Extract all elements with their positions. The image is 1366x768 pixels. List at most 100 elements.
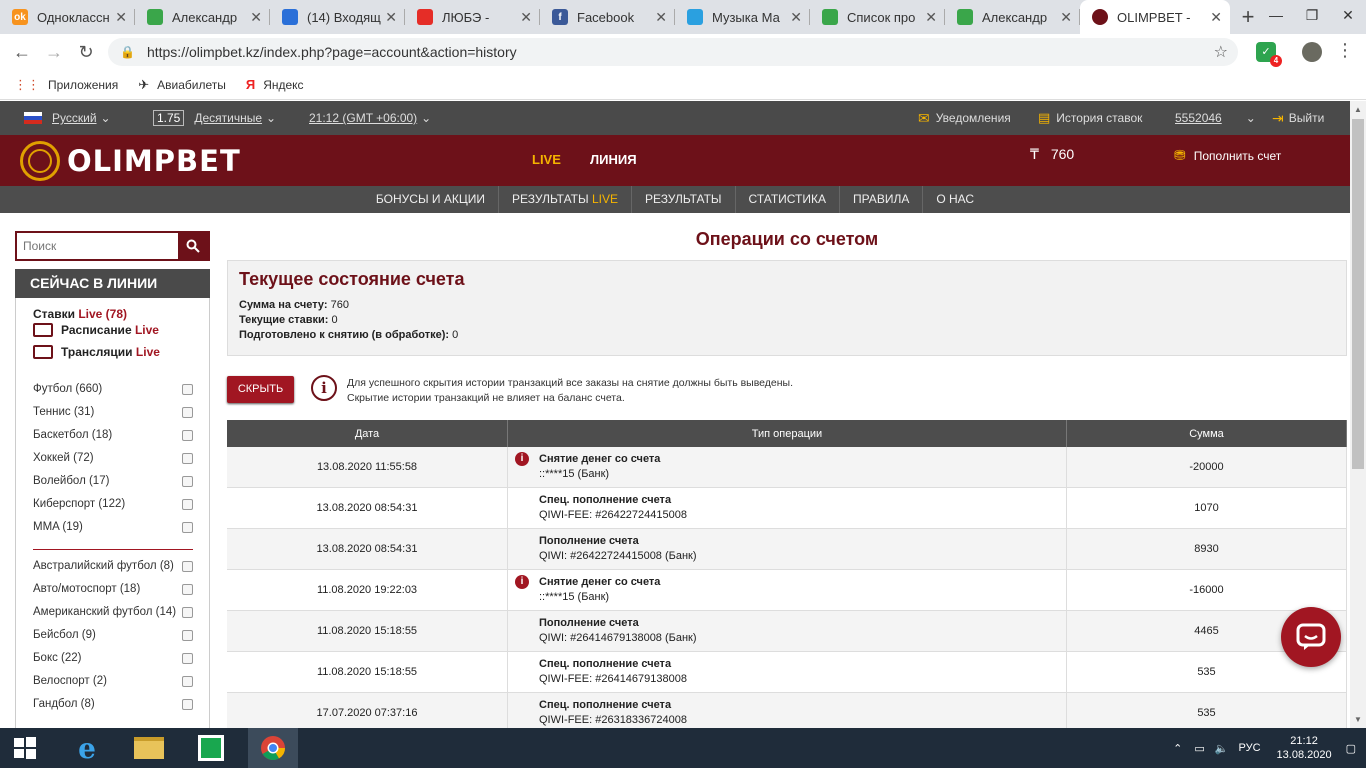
sport-checkbox[interactable]	[182, 606, 193, 618]
sidebar-link-1[interactable]: Расписание Live	[33, 323, 159, 337]
nav-live[interactable]: LIVE	[532, 152, 561, 167]
tab-close-icon[interactable]: ✕	[925, 9, 937, 26]
tab-close-icon[interactable]: ✕	[520, 9, 532, 26]
submenu-item-0[interactable]: БОНУСЫ И АКЦИИ	[363, 186, 499, 213]
windows-start-button[interactable]	[0, 728, 50, 768]
network-icon[interactable]: ▭	[1194, 742, 1204, 755]
reload-icon[interactable]: ↻	[70, 42, 102, 63]
notification-center-icon[interactable]: ▢	[1346, 742, 1356, 755]
sport-checkbox[interactable]	[182, 521, 193, 533]
chat-button[interactable]	[1281, 607, 1341, 667]
browser-tab-6[interactable]: Список про ✕	[810, 0, 945, 34]
sport-checkbox[interactable]	[182, 429, 193, 441]
submenu-item-2[interactable]: РЕЗУЛЬТАТЫ	[632, 186, 736, 213]
bookmark-apps[interactable]: ⋮⋮ Приложения	[14, 77, 118, 93]
sport-checkbox[interactable]	[182, 383, 193, 395]
sport-checkbox[interactable]	[182, 583, 193, 595]
sport-item[interactable]: Баскетбол (18)	[33, 429, 193, 441]
taskbar-ie[interactable]: e	[62, 728, 112, 768]
sport-checkbox[interactable]	[182, 652, 193, 664]
back-icon[interactable]: ←	[6, 42, 38, 63]
scroll-down-icon[interactable]: ▼	[1354, 715, 1362, 724]
submenu-item-3[interactable]: СТАТИСТИКА	[736, 186, 840, 213]
sport-checkbox[interactable]	[182, 452, 193, 464]
page-scrollbar[interactable]: ▲ ▼	[1350, 101, 1366, 728]
notifications-link[interactable]: ✉ Уведомления	[918, 101, 1011, 135]
tray-up-icon[interactable]: ⌃	[1173, 742, 1182, 755]
deposit-button[interactable]: ⛃ Пополнить счет	[1174, 147, 1281, 164]
nav-line[interactable]: ЛИНИЯ	[590, 152, 637, 167]
browser-tab-3[interactable]: ЛЮБЭ - ✕	[405, 0, 540, 34]
sport-checkbox[interactable]	[182, 475, 193, 487]
sport-item[interactable]: Волейбол (17)	[33, 475, 193, 487]
sport-checkbox[interactable]	[182, 698, 193, 710]
bookmark-yandex[interactable]: Я Яндекс	[246, 77, 304, 92]
search-input[interactable]	[17, 233, 178, 259]
sport-item[interactable]: Бейсбол (9)	[33, 629, 193, 641]
submenu-item-5[interactable]: О НАС	[923, 186, 987, 213]
sidebar-link-2[interactable]: Трансляции Live	[33, 345, 160, 359]
speaker-icon[interactable]: 🔈	[1215, 742, 1229, 755]
sport-checkbox[interactable]	[182, 629, 193, 641]
tab-close-icon[interactable]: ✕	[1060, 9, 1072, 26]
taskbar-chrome[interactable]	[248, 728, 298, 768]
withdraw-info-icon[interactable]: i	[515, 575, 529, 589]
extension-icon[interactable]: ✓ 4	[1256, 42, 1282, 67]
close-window-icon[interactable]: ✕	[1330, 0, 1366, 30]
browser-tab-1[interactable]: Александр ✕	[135, 0, 270, 34]
hide-history-button[interactable]: СКРЫТЬ	[227, 376, 294, 403]
sport-item[interactable]: Американский футбол (14)	[33, 606, 193, 618]
sport-checkbox[interactable]	[182, 560, 193, 572]
sport-checkbox[interactable]	[182, 675, 193, 687]
minimize-icon[interactable]: —	[1258, 0, 1294, 30]
language-selector[interactable]: Русский ⌄	[24, 101, 111, 135]
tab-close-icon[interactable]: ✕	[1210, 9, 1222, 26]
olimpbet-logo[interactable]: OLIMPBET	[20, 141, 241, 181]
sport-item[interactable]: Гандбол (8)	[33, 698, 193, 710]
sport-checkbox[interactable]	[182, 498, 193, 510]
sport-item[interactable]: Теннис (31)	[33, 406, 193, 418]
bookmark-star-icon[interactable]: ☆	[1214, 42, 1228, 62]
browser-tab-8[interactable]: OLIMPBET - ✕	[1080, 0, 1230, 34]
submenu-item-1[interactable]: РЕЗУЛЬТАТЫ LIVE	[499, 186, 632, 213]
forward-icon[interactable]: →	[38, 42, 70, 63]
sport-item[interactable]: Австралийский футбол (8)	[33, 560, 193, 572]
taskbar-explorer[interactable]	[124, 728, 174, 768]
sport-item[interactable]: Хоккей (72)	[33, 452, 193, 464]
sport-item[interactable]: Киберспорт (122)	[33, 498, 193, 510]
sport-item[interactable]: Футбол (660)	[33, 383, 193, 395]
taskbar-store[interactable]	[186, 728, 236, 768]
sport-item[interactable]: Авто/мотоспорт (18)	[33, 583, 193, 595]
tab-close-icon[interactable]: ✕	[250, 9, 262, 26]
account-menu[interactable]: 5552046 ⌄	[1175, 101, 1256, 135]
restore-icon[interactable]: ❐	[1294, 0, 1330, 30]
browser-tab-2[interactable]: (14) Входящ ✕	[270, 0, 405, 34]
bookmark-avia[interactable]: ✈ Авиабилеты	[138, 77, 226, 93]
sport-checkbox[interactable]	[182, 406, 193, 418]
withdraw-info-icon[interactable]: i	[515, 452, 529, 466]
search-button[interactable]	[178, 233, 208, 259]
timezone-selector[interactable]: 21:12 (GMT +06:00) ⌄	[309, 101, 431, 135]
scrollbar-thumb[interactable]	[1352, 119, 1364, 469]
sport-item[interactable]: Бокс (22)	[33, 652, 193, 664]
odds-format-selector[interactable]: 1.75 Десятичные ⌄	[153, 101, 276, 135]
browser-tab-0[interactable]: ok Одноклассн ✕	[0, 0, 135, 34]
browser-menu-icon[interactable]: ⋮	[1336, 40, 1354, 61]
logout-link[interactable]: ⇥ Выйти	[1272, 101, 1324, 135]
tab-close-icon[interactable]: ✕	[655, 9, 667, 26]
clock[interactable]: 21:12 13.08.2020	[1277, 734, 1332, 762]
bet-history-link[interactable]: ▤ История ставок	[1038, 101, 1142, 135]
browser-tab-7[interactable]: Александр ✕	[945, 0, 1080, 34]
tab-close-icon[interactable]: ✕	[115, 9, 127, 26]
tab-close-icon[interactable]: ✕	[790, 9, 802, 26]
keyboard-language[interactable]: РУС	[1239, 742, 1261, 754]
address-bar[interactable]: 🔒 https://olimpbet.kz/index.php?page=acc…	[108, 38, 1238, 66]
tab-close-icon[interactable]: ✕	[385, 9, 397, 26]
browser-tab-5[interactable]: Музыка Ма ✕	[675, 0, 810, 34]
sport-item[interactable]: MMA (19)	[33, 521, 193, 533]
submenu-item-4[interactable]: ПРАВИЛА	[840, 186, 924, 213]
scroll-up-icon[interactable]: ▲	[1354, 105, 1362, 114]
sidebar-link-0[interactable]: Ставки Live (78)	[33, 307, 127, 321]
profile-avatar[interactable]	[1302, 42, 1322, 62]
sport-item[interactable]: Велоспорт (2)	[33, 675, 193, 687]
